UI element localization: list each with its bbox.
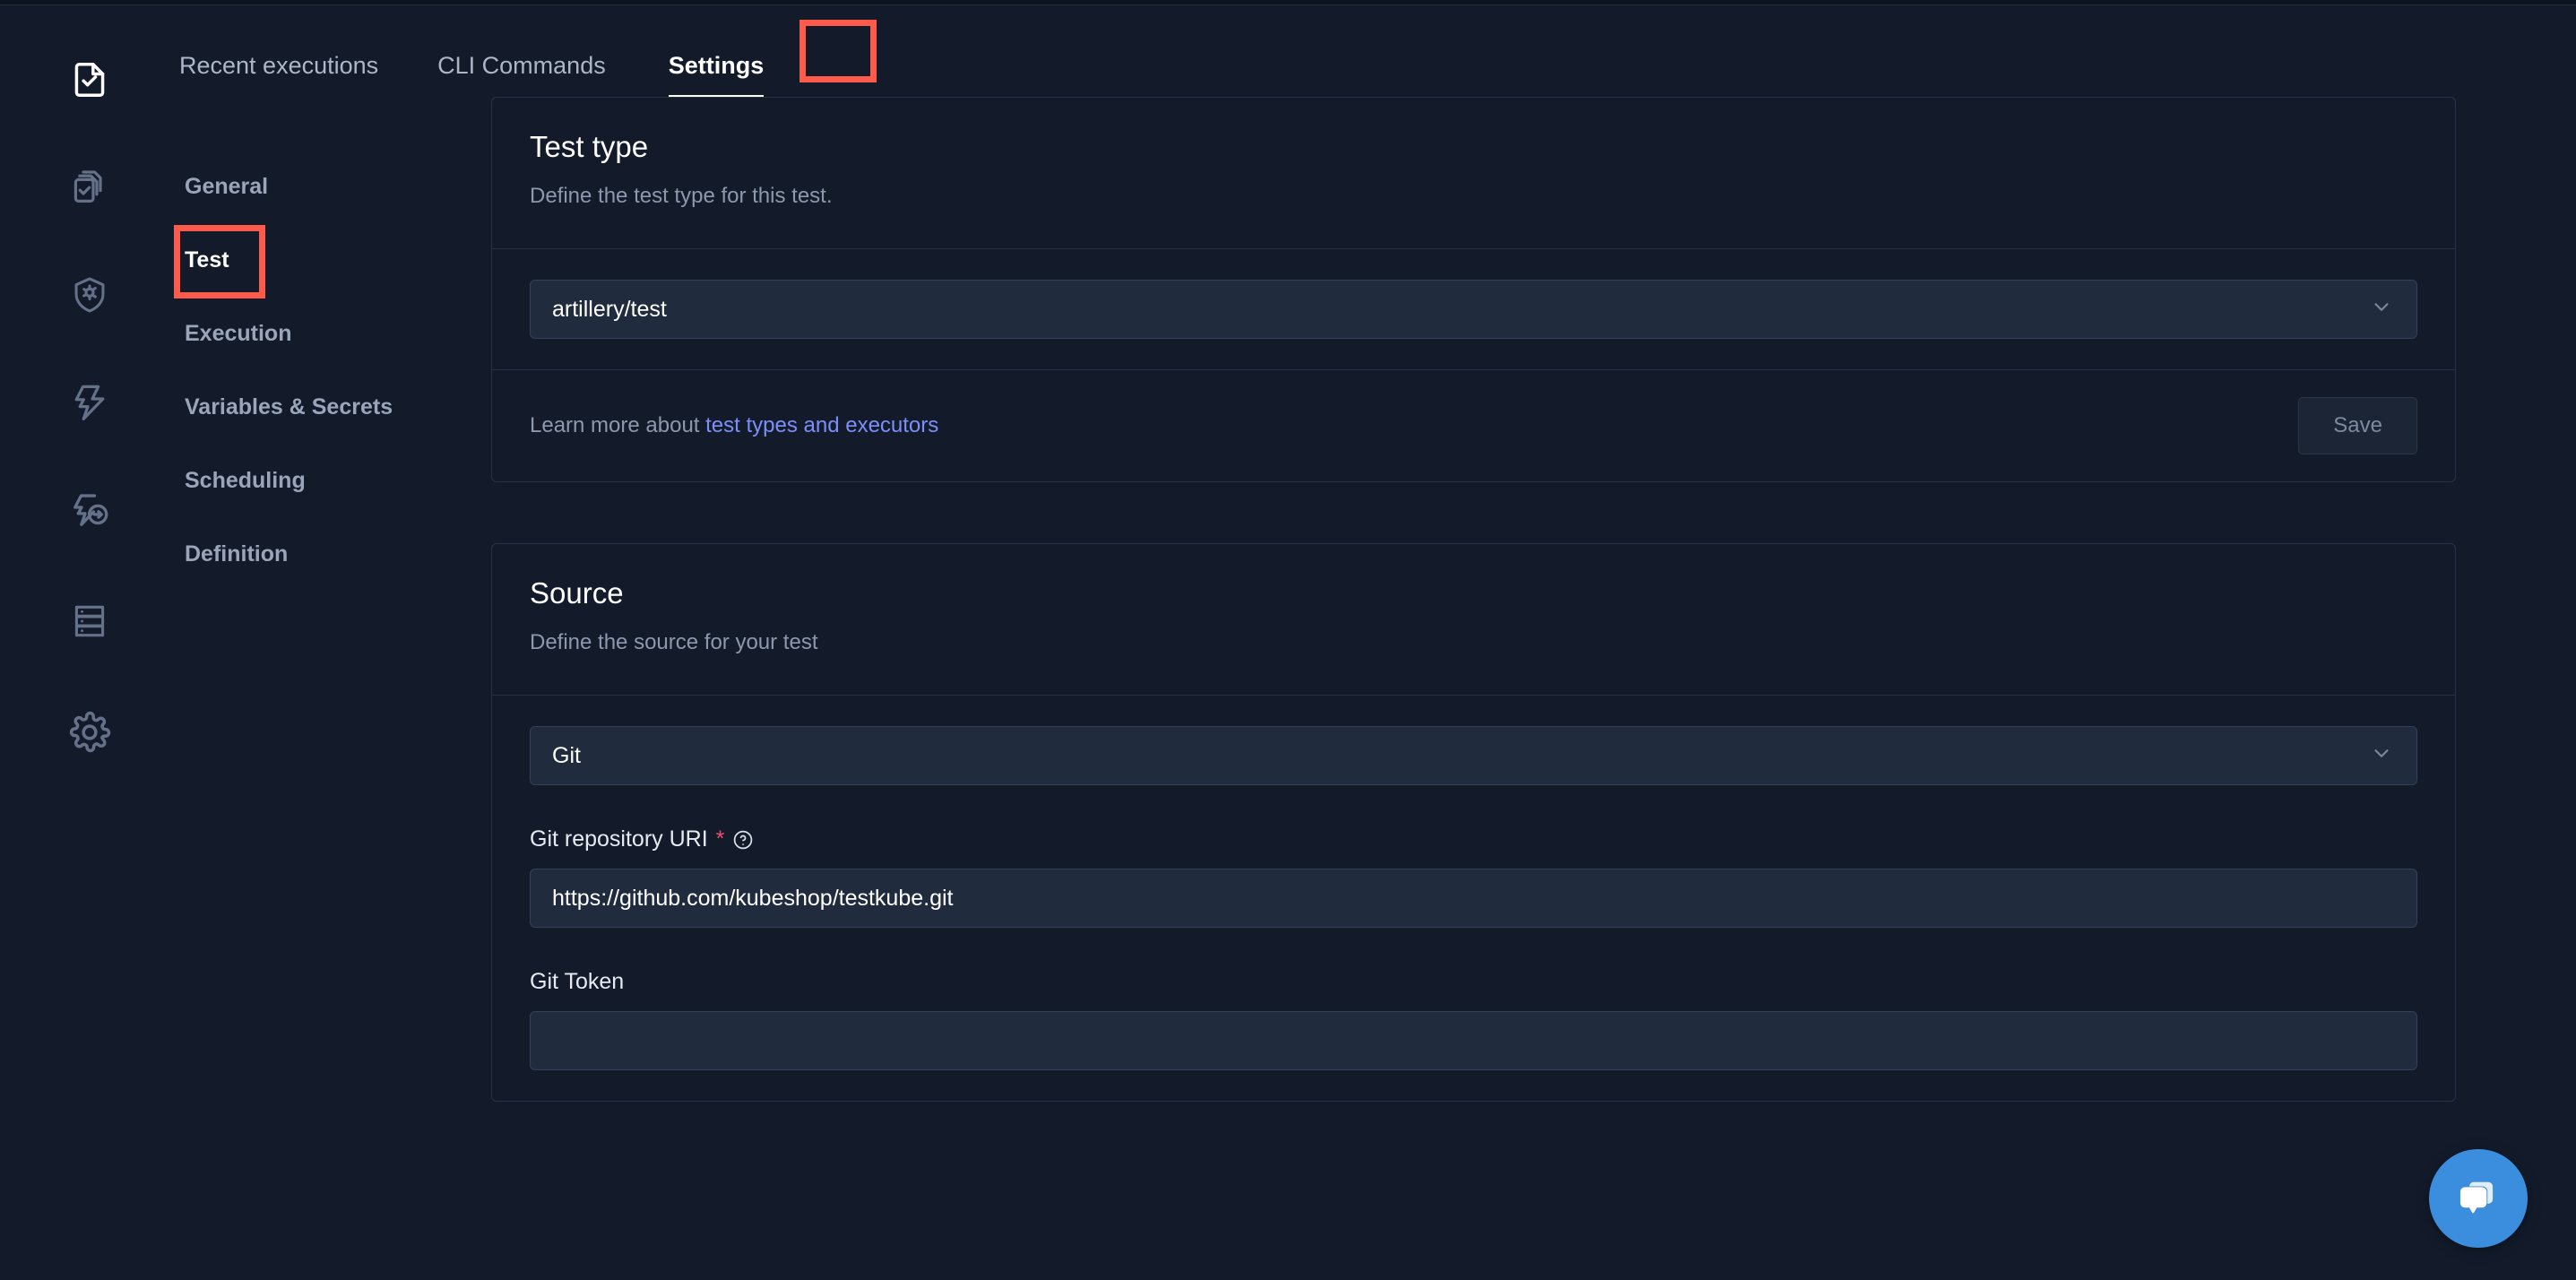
test-type-learn-more: Learn more about test types and executor… <box>530 413 938 438</box>
test-type-select-value: artillery/test <box>552 297 667 323</box>
server-rack-icon[interactable] <box>58 590 121 653</box>
source-subtitle: Define the source for your test <box>530 630 2417 655</box>
test-type-select[interactable]: artillery/test <box>530 280 2417 339</box>
source-title: Source <box>530 576 2417 610</box>
lightning-icon[interactable] <box>58 371 121 434</box>
subnav-item-execution-label: Execution <box>185 321 291 346</box>
source-card: Source Define the source for your test G… <box>491 543 2456 1102</box>
subnav-item-general-label: General <box>185 174 268 199</box>
test-type-card-body: artillery/test <box>492 249 2455 369</box>
test-types-executors-link[interactable]: test types and executors <box>705 413 938 437</box>
git-token-label-row: Git Token <box>530 969 2417 995</box>
main-content-area: Recent executions CLI Commands Settings … <box>179 5 2576 1280</box>
git-repository-uri-input[interactable]: https://github.com/kubeshop/testkube.git <box>530 869 2417 928</box>
subnav-item-definition[interactable]: Definition <box>179 536 448 573</box>
subnav-item-general[interactable]: General <box>179 169 448 205</box>
git-repository-uri-label-row: Git repository URI * <box>530 826 2417 852</box>
test-type-subtitle: Define the test type for this test. <box>530 184 2417 209</box>
test-type-card: Test type Define the test type for this … <box>491 97 2456 482</box>
tests-icon[interactable] <box>58 48 121 111</box>
source-type-select-value: Git <box>552 743 581 769</box>
git-token-label: Git Token <box>530 969 624 995</box>
tab-recent-executions[interactable]: Recent executions <box>179 52 378 99</box>
settings-subnav: General Test Execution Variables & Secre… <box>179 169 448 610</box>
subnav-item-test-label: Test <box>185 247 229 272</box>
chat-bubble-icon <box>2453 1173 2503 1224</box>
source-card-body: Git Git repository URI * <box>492 696 2455 1101</box>
subnav-item-definition-label: Definition <box>185 541 288 566</box>
test-type-card-header: Test type Define the test type for this … <box>492 98 2455 249</box>
left-nav-rail <box>0 5 179 1280</box>
subnav-item-variables-secrets-label: Variables & Secrets <box>185 394 393 419</box>
learn-more-prefix: Learn more about <box>530 413 705 437</box>
git-token-field: Git Token <box>530 969 2417 1070</box>
gear-icon[interactable] <box>58 701 121 764</box>
tab-recent-executions-label: Recent executions <box>179 52 378 79</box>
tab-settings-label: Settings <box>669 52 765 79</box>
git-repository-uri-field: Git repository URI * https://github.com/ <box>530 826 2417 928</box>
required-asterisk: * <box>716 828 725 851</box>
tab-cli-commands-label: CLI Commands <box>437 52 606 79</box>
subnav-item-variables-secrets[interactable]: Variables & Secrets <box>179 389 448 426</box>
git-token-input[interactable] <box>530 1011 2417 1070</box>
help-circle-icon[interactable] <box>732 829 754 851</box>
subnav-item-scheduling-label: Scheduling <box>185 468 306 493</box>
chevron-down-icon <box>2370 742 2393 770</box>
test-suites-icon[interactable] <box>58 156 121 219</box>
subnav-item-test[interactable]: Test <box>179 242 448 279</box>
source-type-select[interactable]: Git <box>530 726 2417 785</box>
test-type-card-footer: Learn more about test types and executor… <box>492 369 2455 481</box>
source-card-header: Source Define the source for your test <box>492 544 2455 696</box>
subnav-item-execution[interactable]: Execution <box>179 316 448 352</box>
git-repository-uri-label: Git repository URI <box>530 826 708 852</box>
shield-gear-icon[interactable] <box>58 264 121 326</box>
tab-settings[interactable]: Settings <box>669 52 765 99</box>
test-type-save-button[interactable]: Save <box>2298 397 2417 454</box>
subnav-item-scheduling[interactable]: Scheduling <box>179 463 448 499</box>
settings-tab-annotation-box <box>800 20 877 82</box>
lightning-arrow-icon[interactable] <box>58 480 121 543</box>
test-type-title: Test type <box>530 130 2417 164</box>
app-root: Recent executions CLI Commands Settings … <box>0 0 2576 1280</box>
chat-widget-button[interactable] <box>2429 1149 2528 1248</box>
chevron-down-icon <box>2370 296 2393 324</box>
tab-cli-commands[interactable]: CLI Commands <box>437 52 606 99</box>
settings-content: Test type Define the test type for this … <box>491 97 2456 1163</box>
